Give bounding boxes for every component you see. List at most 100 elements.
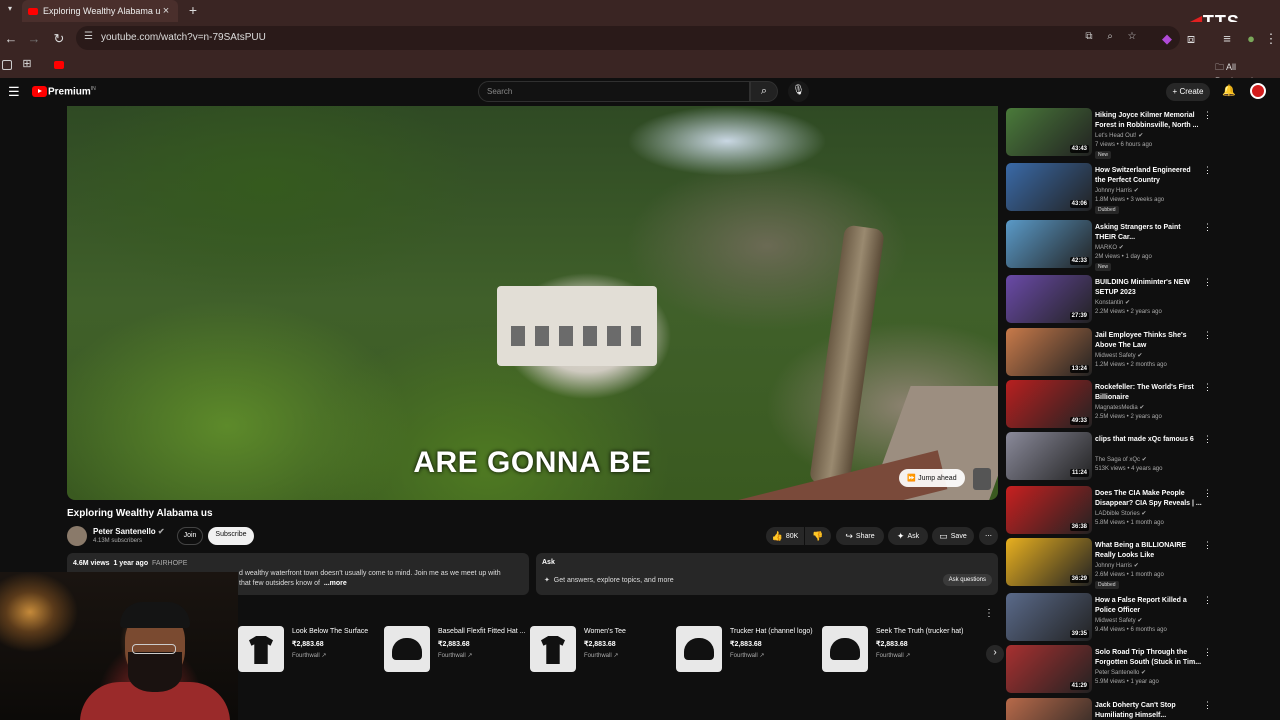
jump-ahead-thumbnail[interactable] bbox=[973, 468, 991, 490]
video-thumbnail[interactable]: 36:29 bbox=[1006, 538, 1092, 586]
ask-button[interactable]: ✦ Ask bbox=[888, 527, 928, 545]
merch-name[interactable]: Trucker Hat (channel logo) bbox=[730, 628, 813, 635]
recommended-video[interactable]: 49:33 Rockefeller: The World's First Bill… bbox=[1006, 380, 1280, 432]
browser-menu-icon[interactable]: ⋮ bbox=[1264, 31, 1278, 47]
recommended-video[interactable]: 42:33 Asking Strangers to Paint THEIR Car… bbox=[1006, 220, 1280, 272]
like-button[interactable]: 👍 80K bbox=[766, 527, 804, 545]
install-icon[interactable]: ⧉ bbox=[1083, 31, 1095, 42]
voice-search-icon[interactable]: 🎙 bbox=[788, 81, 809, 102]
video-thumbnail[interactable]: 41:29 bbox=[1006, 645, 1092, 693]
jump-ahead-button[interactable]: ⏩ Jump ahead bbox=[899, 469, 965, 487]
recommended-channel[interactable]: Let's Head Out! ✔ bbox=[1095, 132, 1143, 139]
video-thumbnail[interactable]: 43:06 bbox=[1006, 163, 1092, 211]
recommended-channel[interactable]: Johnny Harris ✔ bbox=[1095, 562, 1139, 569]
apps-grid-icon[interactable]: ⊞ bbox=[20, 57, 34, 70]
recommended-title[interactable]: How a False Report Killed a Police Offic… bbox=[1095, 596, 1203, 616]
recommended-video[interactable]: 43:43 Hiking Joyce Kilmer Memorial Forest… bbox=[1006, 108, 1280, 160]
merch-image[interactable] bbox=[822, 626, 868, 672]
shop-next-arrow-icon[interactable]: › bbox=[986, 645, 1004, 663]
ask-questions-button[interactable]: Ask questions bbox=[942, 574, 992, 586]
omnibox[interactable]: ☰ youtube.com/watch?v=n-79SAtsPUU ⧉ ⌕ ☆ bbox=[76, 26, 1180, 50]
recommended-channel[interactable]: The Saga of xQc ✔ bbox=[1095, 456, 1147, 463]
join-button[interactable]: Join bbox=[177, 527, 203, 545]
recommended-video[interactable]: 36:29 What Being a BILLIONAIRE Really Loo… bbox=[1006, 538, 1280, 590]
dislike-button[interactable]: 👎 bbox=[805, 527, 831, 545]
recommended-channel[interactable]: LADbible Stories ✔ bbox=[1095, 510, 1146, 517]
search-button[interactable]: ⌕ bbox=[750, 81, 778, 102]
merch-item[interactable]: Seek The Truth (trucker hat) ₹2,883.68 Fou… bbox=[822, 626, 963, 672]
shop-more-icon[interactable]: ⋮ bbox=[984, 608, 994, 619]
extension-icon[interactable]: ◆ bbox=[1160, 31, 1174, 47]
video-thumbnail[interactable] bbox=[1006, 698, 1092, 720]
tab-search-icon[interactable]: ▾ bbox=[4, 4, 16, 16]
youtube-bookmark-icon[interactable] bbox=[54, 61, 64, 69]
recommended-video[interactable]: 11:24 clips that made xQc famous 6 The Sag… bbox=[1006, 432, 1280, 484]
more-options-icon[interactable]: ⋮ bbox=[1203, 330, 1212, 341]
reload-icon[interactable]: ↻ bbox=[52, 31, 66, 47]
location-tag[interactable]: FAIRHOPE bbox=[152, 560, 187, 567]
video-thumbnail[interactable]: 36:38 bbox=[1006, 486, 1092, 534]
recommended-title[interactable]: clips that made xQc famous 6 bbox=[1095, 435, 1203, 445]
reading-list-icon[interactable]: ≡ bbox=[1220, 31, 1234, 46]
more-options-icon[interactable]: ⋮ bbox=[1203, 110, 1212, 121]
merch-item[interactable]: Women's Tee ₹2,883.68 Fourthwall ↗ bbox=[530, 626, 670, 672]
merch-image[interactable] bbox=[530, 626, 576, 672]
channel-name[interactable]: Peter Santenello ✔ bbox=[93, 527, 165, 536]
recommended-video[interactable]: 13:24 Jail Employee Thinks She's Above Th… bbox=[1006, 328, 1280, 380]
url-text[interactable]: youtube.com/watch?v=n-79SAtsPUU bbox=[101, 32, 266, 43]
back-icon[interactable]: ← bbox=[4, 31, 18, 46]
video-player[interactable]: ARE GONNA BE ⏩ Jump ahead bbox=[67, 106, 998, 500]
profile-icon[interactable]: ● bbox=[1244, 31, 1258, 46]
video-thumbnail[interactable]: 39:35 bbox=[1006, 593, 1092, 641]
video-thumbnail[interactable]: 49:33 bbox=[1006, 380, 1092, 428]
menu-icon[interactable]: ☰ bbox=[8, 84, 20, 100]
merch-item[interactable]: Trucker Hat (channel logo) ₹2,883.68 Fourt… bbox=[676, 626, 816, 672]
create-button[interactable]: + Create bbox=[1166, 83, 1210, 101]
recommended-title[interactable]: Jack Doherty Can't Stop Humiliating Hims… bbox=[1095, 701, 1203, 720]
more-options-icon[interactable]: ⋮ bbox=[1203, 165, 1212, 176]
bookmark-folder-icon[interactable] bbox=[2, 60, 12, 70]
subscribe-button[interactable]: Subscribe bbox=[208, 527, 254, 545]
recommended-channel[interactable]: Konstantin ✔ bbox=[1095, 299, 1130, 306]
recommended-video[interactable]: 39:35 How a False Report Killed a Police … bbox=[1006, 593, 1280, 645]
youtube-logo-icon[interactable] bbox=[32, 86, 47, 97]
share-button[interactable]: ↪ Share bbox=[836, 527, 884, 545]
account-avatar[interactable] bbox=[1250, 83, 1266, 99]
recommended-video[interactable]: 43:06 How Switzerland Engineered the Perf… bbox=[1006, 163, 1280, 215]
more-options-icon[interactable]: ⋮ bbox=[1203, 540, 1212, 551]
recommended-video[interactable]: 36:38 Does The CIA Make People Disappear?… bbox=[1006, 486, 1280, 538]
recommended-title[interactable]: Solo Road Trip Through the Forgotten Sou… bbox=[1095, 648, 1203, 668]
extensions-puzzle-icon[interactable]: ⧈ bbox=[1184, 31, 1198, 47]
more-options-icon[interactable]: ⋮ bbox=[1203, 647, 1212, 658]
more-options-icon[interactable]: ⋮ bbox=[1203, 700, 1212, 711]
recommended-channel[interactable]: Peter Santenello ✔ bbox=[1095, 669, 1146, 676]
merch-item[interactable]: Look Below The Surface ₹2,883.68 Fourthwal… bbox=[238, 626, 378, 672]
recommended-video[interactable]: 27:39 BUILDING Miniminter's NEW SETUP 202… bbox=[1006, 275, 1280, 327]
recommended-channel[interactable]: MagnatesMedia ✔ bbox=[1095, 404, 1144, 411]
recommended-channel[interactable]: Johnny Harris ✔ bbox=[1095, 187, 1139, 194]
recommended-video[interactable]: Jack Doherty Can't Stop Humiliating Hims… bbox=[1006, 698, 1280, 720]
recommended-title[interactable]: Asking Strangers to Paint THEIR Car... bbox=[1095, 223, 1203, 243]
recommended-title[interactable]: What Being a BILLIONAIRE Really Looks Li… bbox=[1095, 541, 1203, 561]
browser-tab-active[interactable]: Exploring Wealthy Alabama us × bbox=[22, 0, 178, 22]
forward-icon[interactable]: → bbox=[27, 31, 41, 46]
recommended-channel[interactable]: MARKO ✔ bbox=[1095, 244, 1124, 251]
video-thumbnail[interactable]: 42:33 bbox=[1006, 220, 1092, 268]
merch-name[interactable]: Look Below The Surface bbox=[292, 628, 368, 635]
more-options-icon[interactable]: ⋮ bbox=[1203, 488, 1212, 499]
more-options-icon[interactable]: ⋮ bbox=[1203, 222, 1212, 233]
recommended-title[interactable]: Does The CIA Make People Disappear? CIA … bbox=[1095, 489, 1203, 509]
more-options-icon[interactable]: ⋮ bbox=[1203, 434, 1212, 445]
more-options-icon[interactable]: ⋮ bbox=[1203, 382, 1212, 393]
ask-panel[interactable]: Ask ✦ Get answers, explore topics, and m… bbox=[536, 553, 998, 595]
show-more-link[interactable]: ...more bbox=[324, 580, 347, 587]
recommended-title[interactable]: BUILDING Miniminter's NEW SETUP 2023 bbox=[1095, 278, 1203, 298]
merch-image[interactable] bbox=[238, 626, 284, 672]
more-options-icon[interactable]: ⋮ bbox=[1203, 277, 1212, 288]
close-tab-icon[interactable]: × bbox=[160, 5, 172, 17]
video-thumbnail[interactable]: 11:24 bbox=[1006, 432, 1092, 480]
recommended-channel[interactable]: Midwest Safety ✔ bbox=[1095, 617, 1142, 624]
site-info-icon[interactable]: ☰ bbox=[84, 31, 93, 42]
recommended-channel[interactable]: Midwest Safety ✔ bbox=[1095, 352, 1142, 359]
channel-avatar[interactable] bbox=[67, 526, 87, 546]
